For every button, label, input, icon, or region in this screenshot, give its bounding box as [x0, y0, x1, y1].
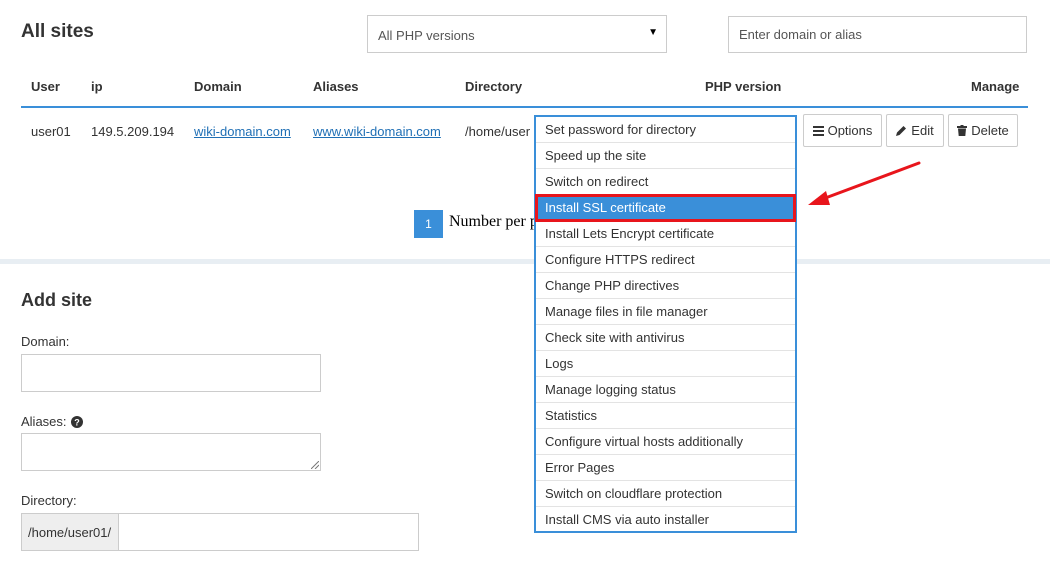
menu-item-php-directives[interactable]: Change PHP directives: [536, 273, 795, 299]
menu-item-file-manager[interactable]: Manage files in file manager: [536, 299, 795, 325]
cell-ip: 149.5.209.194: [91, 124, 175, 139]
php-version-select[interactable]: All PHP versions ▼: [367, 15, 667, 53]
menu-item-virtual-hosts[interactable]: Configure virtual hosts additionally: [536, 429, 795, 455]
directory-label: Directory:: [21, 493, 77, 508]
menu-item-logs[interactable]: Logs: [536, 351, 795, 377]
col-header-domain: Domain: [194, 79, 242, 94]
domain-link[interactable]: wiki-domain.com: [194, 124, 291, 139]
options-dropdown-menu: Set password for directory Speed up the …: [534, 115, 797, 533]
menu-item-logging-status[interactable]: Manage logging status: [536, 377, 795, 403]
alias-link[interactable]: www.wiki-domain.com: [313, 124, 441, 139]
menu-item-cloudflare[interactable]: Switch on cloudflare protection: [536, 481, 795, 507]
menu-item-https-redirect[interactable]: Configure HTTPS redirect: [536, 247, 795, 273]
col-header-manage: Manage: [971, 79, 1020, 94]
directory-field[interactable]: [118, 513, 419, 551]
resize-handle-icon[interactable]: [311, 461, 319, 469]
menu-item-error-pages[interactable]: Error Pages: [536, 455, 795, 481]
menu-item-statistics[interactable]: Statistics: [536, 403, 795, 429]
col-header-aliases: Aliases: [313, 79, 359, 94]
annotation-arrow: [808, 161, 921, 205]
col-header-ip: ip: [91, 79, 103, 94]
php-version-select-value: All PHP versions: [378, 28, 475, 43]
trash-icon: [957, 125, 968, 136]
table-header-divider: [21, 106, 1028, 108]
directory-prefix-addon: /home/user01/: [21, 513, 119, 551]
menu-item-cms-installer[interactable]: Install CMS via auto installer: [536, 507, 795, 533]
col-header-user: User: [31, 79, 60, 94]
page-title: All sites: [21, 21, 94, 42]
domain-label: Domain:: [21, 334, 70, 349]
options-button-label: Options: [827, 123, 873, 138]
page-1-button[interactable]: 1: [414, 210, 443, 238]
edit-button[interactable]: Edit: [886, 114, 944, 147]
menu-item-install-ssl[interactable]: Install SSL certificate: [535, 194, 796, 222]
add-site-title: Add site: [21, 290, 93, 310]
help-circle-icon[interactable]: ?: [70, 415, 83, 428]
menu-item-antivirus[interactable]: Check site with antivirus: [536, 325, 795, 351]
delete-button-label: Delete: [971, 123, 1009, 138]
directory-prefix: /home/user01/: [28, 524, 112, 540]
domain-search-input[interactable]: [728, 16, 1027, 53]
options-button[interactable]: Options: [803, 114, 882, 147]
delete-button[interactable]: Delete: [948, 114, 1018, 147]
pencil-icon: [896, 126, 907, 136]
section-divider: [0, 259, 1050, 264]
menu-item-lets-encrypt[interactable]: Install Lets Encrypt certificate: [536, 221, 795, 247]
cell-directory: /home/user: [465, 124, 531, 139]
aliases-label: Aliases:: [21, 414, 67, 429]
col-header-php-version: PHP version: [705, 79, 782, 94]
aliases-textarea[interactable]: [21, 433, 321, 471]
menu-item-speed-up[interactable]: Speed up the site: [536, 143, 795, 169]
cell-user: user01: [31, 124, 71, 139]
svg-text:?: ?: [74, 417, 80, 427]
per-page-label: Number per p: [449, 213, 538, 230]
menu-item-set-password[interactable]: Set password for directory: [536, 117, 795, 143]
menu-item-switch-redirect[interactable]: Switch on redirect: [536, 169, 795, 195]
caret-down-icon: ▼: [648, 27, 658, 38]
domain-field[interactable]: [21, 354, 321, 392]
menu-lines-icon: [812, 125, 824, 136]
col-header-directory: Directory: [465, 79, 523, 94]
aliases-label-row: Aliases: ?: [21, 414, 83, 429]
edit-button-label: Edit: [911, 123, 934, 138]
